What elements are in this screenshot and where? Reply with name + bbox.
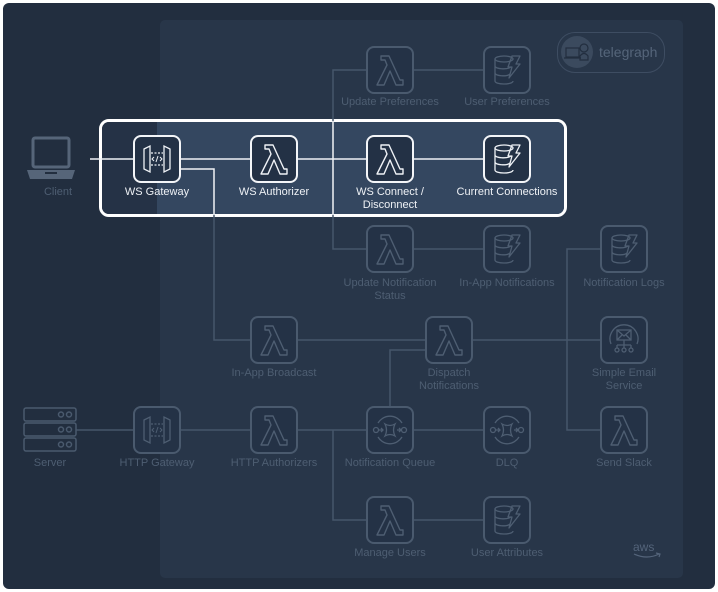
node-ws-gateway[interactable] [133,135,181,183]
edge-to-update-preferences [332,69,366,159]
node-update-preferences[interactable] [366,46,414,94]
edge-to-notification-logs [566,248,600,340]
lambda-icon [376,505,404,536]
dynamodb-icon [494,234,521,264]
label-simple-email-service-line2: Service [605,380,643,392]
dynamodb-icon [494,144,521,174]
node-dlq[interactable] [483,406,531,454]
label-ws-connect-line2: Disconnect [362,199,418,211]
label-dispatch-notifications: Dispatch [427,367,471,379]
node-in-app-notifications[interactable] [483,225,531,273]
node-ws-authorizer[interactable] [250,135,298,183]
node-dispatch-notifications[interactable] [425,316,473,364]
node-send-slack[interactable] [600,406,648,454]
node-notification-queue[interactable] [366,406,414,454]
lambda-icon [376,144,404,175]
lambda-icon [260,325,288,356]
telegraph-logo-text: telegraph [599,44,658,60]
label-update-notification-status-line2: Status [374,290,406,302]
node-user-preferences[interactable] [483,46,531,94]
lambda-icon [435,325,463,356]
ses-icon [609,324,639,353]
node-manage-users[interactable] [366,496,414,544]
node-notification-logs[interactable] [600,225,648,273]
dynamodb-icon [494,505,521,535]
dynamodb-icon [611,234,638,264]
api-gateway-icon [143,415,171,445]
label-user-preferences: User Preferences [464,96,550,108]
telegraph-logo-badge: telegraph [557,32,665,73]
label-simple-email-service: Simple Email [591,367,657,379]
node-current-connections[interactable] [483,135,531,183]
lambda-icon [260,415,288,446]
api-gateway-icon [143,144,171,174]
label-user-attributes: User Attributes [470,547,544,559]
node-http-authorizers[interactable] [250,406,298,454]
label-in-app-broadcast: In-App Broadcast [231,367,317,379]
sqs-icon [489,415,525,445]
lambda-icon [260,144,288,175]
node-update-notification-status[interactable] [366,225,414,273]
label-current-connections: Current Connections [456,186,558,198]
node-ws-connect-disconnect[interactable] [366,135,414,183]
laptop-icon [27,136,75,179]
lambda-icon [376,55,404,86]
telegraph-logo-icon [561,36,593,68]
node-simple-email-service[interactable] [600,316,648,364]
server-rack-icon [23,407,77,452]
aws-smile-icon [633,552,661,558]
edge-to-manage-users [332,430,366,521]
lambda-icon [376,234,404,265]
node-http-gateway[interactable] [133,406,181,454]
node-user-attributes[interactable] [483,496,531,544]
label-send-slack: Send Slack [596,457,652,469]
dynamodb-icon [494,55,521,85]
label-notification-logs: Notification Logs [583,277,665,289]
sqs-icon [372,415,408,445]
label-dispatch-notifications-line2: Notifications [419,380,479,392]
node-in-app-broadcast[interactable] [250,316,298,364]
lambda-icon [610,415,638,446]
